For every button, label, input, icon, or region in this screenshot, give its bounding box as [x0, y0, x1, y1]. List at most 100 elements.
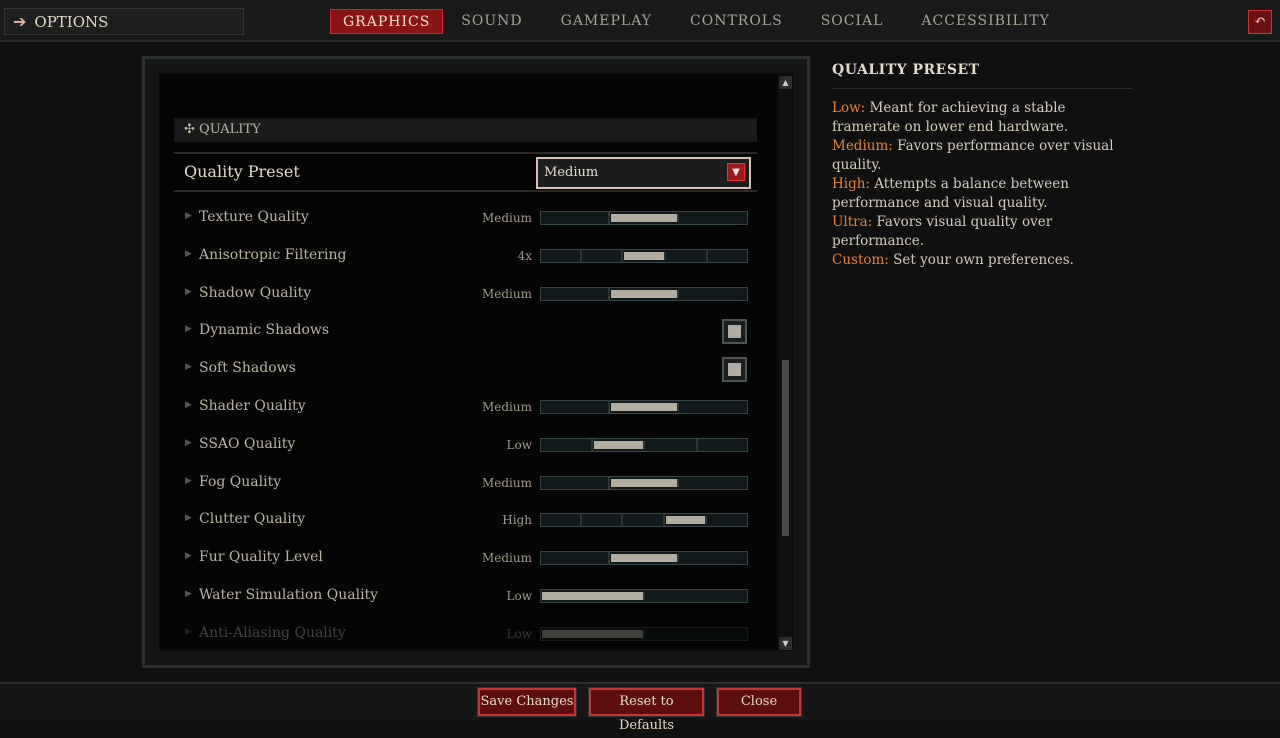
reset-to-defaults-button[interactable]: Reset to Defaults [588, 687, 705, 733]
slider-segment[interactable] [646, 438, 698, 451]
slider-segment[interactable] [610, 289, 680, 298]
slider-segment[interactable] [582, 249, 624, 262]
setting-slider[interactable] [540, 400, 748, 414]
setting-value: Low [506, 589, 532, 603]
caret-right-icon: ▶ [185, 248, 192, 259]
check-mark [728, 363, 741, 377]
tab-gameplay[interactable]: GAMEPLAY [549, 9, 664, 34]
caret-right-icon: ▶ [185, 589, 192, 599]
slider-segment[interactable] [582, 514, 624, 527]
tab-graphics[interactable]: GRAPHICS [330, 9, 444, 34]
slider-segment[interactable] [698, 439, 748, 451]
slider-segment[interactable] [610, 478, 680, 487]
slider-segment[interactable] [646, 590, 747, 602]
setting-name: Water Simulation Quality [199, 587, 379, 603]
slider-segment[interactable] [665, 516, 707, 525]
tab-social[interactable]: SOCIAL [809, 9, 896, 34]
setting-value: Medium [481, 551, 532, 566]
scroll-down-arrow-icon[interactable]: ▼ [779, 637, 792, 650]
caret-right-icon: ▶ [185, 437, 192, 448]
setting-row: ▶ Anti-Aliasing Quality Low [174, 621, 757, 649]
slider-segment[interactable] [541, 287, 610, 300]
setting-row: ▶ Fog Quality Medium [174, 470, 757, 498]
tab-sound[interactable]: SOUND [449, 9, 534, 34]
setting-name: Fog Quality [199, 473, 282, 490]
setting-row: ▶ Water Simulation Quality Low [174, 583, 757, 611]
tab-accessibility[interactable]: ACCESSIBILITY [909, 9, 1061, 34]
caret-right-icon: ▶ [185, 286, 192, 297]
setting-slider[interactable] [540, 626, 748, 641]
setting-row: ▶ Texture Quality Medium [174, 205, 757, 233]
slider-segment[interactable] [610, 554, 680, 563]
scrollbar-thumb[interactable] [782, 360, 789, 536]
slider-segment[interactable] [541, 552, 610, 565]
check-mark [728, 325, 741, 339]
slider-segment[interactable] [680, 288, 747, 300]
help-entry: High: Attempts a balance between perform… [832, 176, 1069, 211]
slider-segment[interactable] [541, 514, 583, 527]
setting-name: Shader Quality [199, 398, 306, 414]
slider-segment[interactable] [541, 476, 610, 489]
caret-right-icon: ▶ [185, 626, 192, 637]
slider-segment[interactable] [541, 212, 610, 224]
scrollbar[interactable]: ▲ ▼ [779, 76, 792, 650]
setting-checkbox[interactable] [722, 357, 747, 383]
setting-name: Dynamic Shadows [199, 322, 330, 339]
setting-checkbox[interactable] [722, 319, 747, 345]
setting-value: Low [506, 626, 532, 641]
slider-segment[interactable] [667, 249, 708, 262]
slider-segment[interactable] [541, 249, 583, 262]
setting-slider[interactable] [540, 437, 748, 452]
setting-row: ▶ Fur Quality Level Medium [174, 545, 757, 573]
tab-controls[interactable]: CONTROLS [678, 9, 795, 34]
back-button[interactable]: ↶ [1248, 10, 1272, 34]
slider-segment[interactable] [708, 514, 747, 526]
slider-segment[interactable] [542, 592, 645, 600]
section-header: ✣ QUALITY [174, 118, 757, 142]
quality-preset-dropdown[interactable]: Medium ▼ [536, 157, 751, 189]
setting-value: Medium [481, 286, 532, 301]
options-title: ➔ OPTIONS [4, 8, 244, 35]
setting-slider[interactable] [540, 475, 748, 490]
slider-segment[interactable] [708, 250, 747, 262]
caret-right-icon: ▶ [185, 211, 192, 221]
caret-right-icon: ▶ [185, 324, 192, 335]
slider-segment[interactable] [610, 403, 680, 411]
tab-bar: GRAPHICS SOUND GAMEPLAY CONTROLS SOCIAL ACCES… [330, 9, 1062, 34]
slider-segment[interactable] [623, 514, 665, 527]
setting-value: Low [506, 437, 532, 452]
setting-slider[interactable] [540, 286, 748, 301]
caret-right-icon: ▶ [185, 475, 192, 486]
slider-segment[interactable] [593, 440, 645, 449]
setting-name: Texture Quality [199, 209, 309, 225]
slider-segment[interactable] [541, 438, 593, 451]
slider-segment[interactable] [624, 251, 666, 260]
slider-segment[interactable] [542, 629, 645, 638]
slider-segment[interactable] [680, 401, 747, 413]
slider-segment[interactable] [646, 628, 747, 640]
quality-preset-label: Quality Preset [184, 162, 300, 181]
slider-segment[interactable] [541, 401, 610, 413]
help-title: QUALITY PRESET [832, 62, 1132, 89]
setting-name: Fur Quality Level [199, 549, 323, 566]
setting-slider[interactable] [540, 513, 748, 528]
help-entry: Low: Meant for achieving a stable framer… [832, 100, 1069, 135]
close-button[interactable]: Close [716, 687, 802, 717]
diamond-icon: ✣ [184, 122, 200, 137]
slider-segment[interactable] [680, 477, 747, 489]
setting-slider[interactable] [540, 551, 748, 566]
slider-segment[interactable] [680, 212, 747, 224]
top-bar: ➔ OPTIONS GRAPHICS SOUND GAMEPLAY CONTROLS SO… [0, 0, 1280, 42]
setting-slider[interactable] [540, 248, 748, 263]
setting-row: ▶ Shader Quality Medium [174, 394, 757, 422]
save-changes-button[interactable]: Save Changes [477, 687, 577, 717]
setting-slider[interactable] [540, 211, 748, 225]
chevron-down-icon: ▼ [727, 163, 745, 181]
setting-slider[interactable] [540, 589, 748, 603]
slider-segment[interactable] [680, 552, 747, 564]
setting-row: ▶ Dynamic Shadows [174, 318, 757, 346]
scroll-up-arrow-icon[interactable]: ▲ [779, 76, 792, 89]
slider-segment[interactable] [610, 214, 680, 222]
setting-name: SSAO Quality [199, 435, 296, 452]
quality-preset-row: Quality Preset Medium ▼ [174, 152, 757, 192]
